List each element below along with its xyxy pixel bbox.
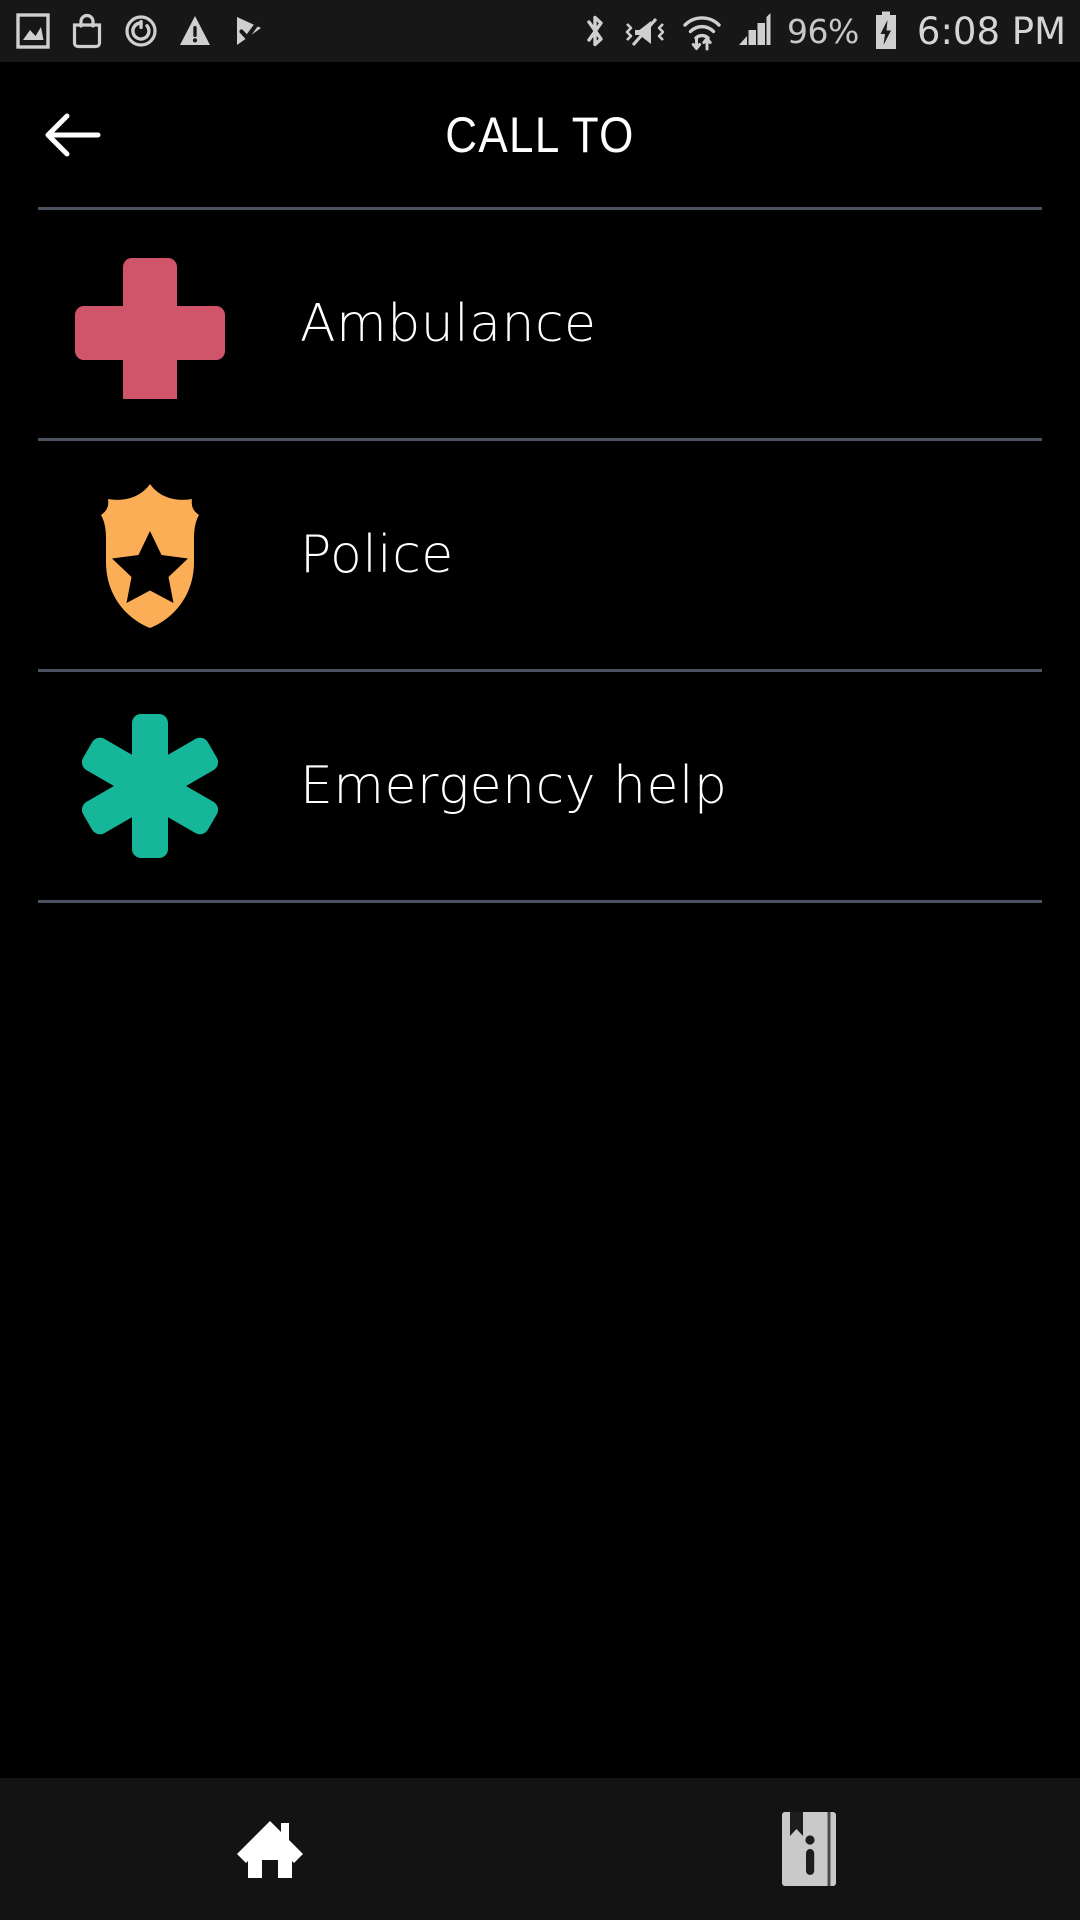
phone-screen: 96% 6:08 PM CALL TO Ambulance Police Eme… — [0, 0, 1080, 1920]
page-title: CALL TO — [445, 106, 635, 163]
cellular-signal-icon — [739, 13, 771, 45]
call-to-list: Ambulance Police Emergency help — [0, 207, 1080, 1778]
star-of-life-icon — [81, 714, 219, 858]
play-protect-check-icon — [237, 17, 261, 45]
list-item-label: Emergency help — [300, 756, 728, 816]
empty-list-area — [0, 903, 1080, 1778]
list-item-label: Police — [300, 525, 454, 585]
book-info-icon — [782, 1812, 836, 1886]
status-bar-right-icons: 96% 6:08 PM — [581, 10, 1066, 52]
status-bar: 96% 6:08 PM — [0, 0, 1080, 62]
list-item-icon-wrap — [0, 249, 300, 399]
home-icon — [237, 1821, 303, 1878]
photo-image-icon — [16, 13, 50, 49]
bottom-navigation — [0, 1778, 1080, 1920]
list-item-icon-wrap — [0, 711, 300, 861]
mute-vibrate-icon — [625, 17, 665, 47]
bluetooth-icon — [587, 15, 603, 47]
battery-percent-label: 96% — [787, 11, 859, 51]
list-item-label: Ambulance — [300, 294, 597, 354]
app-bar: CALL TO — [0, 62, 1080, 207]
nav-home-button[interactable] — [0, 1778, 540, 1920]
list-item-police[interactable]: Police — [0, 441, 1080, 669]
list-item-ambulance[interactable]: Ambulance — [0, 210, 1080, 438]
medical-cross-icon — [75, 258, 225, 399]
status-bar-clock: 6:08 PM — [916, 9, 1066, 53]
status-bar-left-icons — [16, 12, 266, 50]
shopping-bag-icon — [72, 13, 102, 49]
police-badge-shield-icon — [101, 483, 199, 628]
sync-update-icon — [125, 15, 157, 47]
warning-triangle-icon — [180, 16, 210, 45]
battery-charging-icon — [875, 11, 896, 49]
list-item-emergency-help[interactable]: Emergency help — [0, 672, 1080, 900]
list-item-icon-wrap — [0, 478, 300, 633]
nav-info-button[interactable] — [540, 1778, 1080, 1920]
wifi-transfer-icon — [683, 16, 721, 51]
